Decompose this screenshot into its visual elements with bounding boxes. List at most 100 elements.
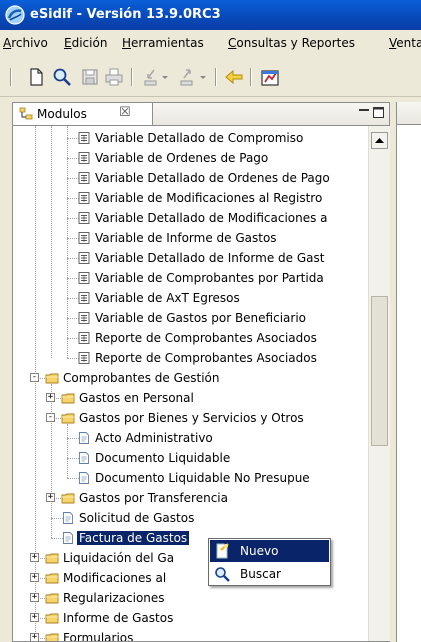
export-icon[interactable] [178,67,198,87]
tree-item-label: Variable Detallado de Modificaciones a [95,211,328,225]
tree-item[interactable]: Documento Liquidable [13,448,368,468]
expand-icon[interactable]: + [46,493,55,502]
tree-item[interactable]: Reporte de Comprobantes Asociados [13,328,368,348]
menu-herramientas-mnemonic: H [122,36,132,50]
tree-item[interactable]: Variable de Ordenes de Pago [13,148,368,168]
scroll-thumb[interactable] [371,296,388,446]
tree-item-label: Variable Detallado de Informe de Gast [95,251,325,265]
tree-item[interactable]: - Comprobantes de Gestión [13,368,368,388]
tree-item[interactable]: Variable de AxT Egresos [13,288,368,308]
document-icon [63,512,73,524]
chevron-down-icon[interactable] [198,67,208,87]
tree-item[interactable]: Variable de Informe de Gastos [13,228,368,248]
report-icon [78,292,90,304]
view-tab-bar: Modulos ☒ [13,103,389,126]
scroll-up-button[interactable] [371,132,388,149]
menu-archivo-mnemonic: A [3,36,12,50]
tree-item-label: Modificaciones al [63,571,167,585]
expand-icon[interactable]: + [30,633,39,641]
tree-item[interactable]: + Gastos en Personal [13,388,368,408]
tree-item[interactable]: + Regularizaciones [13,588,368,608]
folder-icon [45,373,59,384]
menu-archivo[interactable]: Archivo [3,36,48,50]
tree-item[interactable]: Variable Detallado de Compromiso [13,128,368,148]
print-icon[interactable] [104,67,124,87]
folder-icon [61,413,75,424]
tree-item-label: Documento Liquidable [95,451,231,465]
report-icon [78,172,90,184]
tree-item-label: Variable de AxT Egresos [95,291,240,305]
menu-ventana[interactable]: Venta [389,36,421,50]
tree-item[interactable]: Variable de Comprobantes por Partida [13,268,368,288]
new-file-icon[interactable] [26,67,46,87]
collapse-icon[interactable]: - [30,373,39,382]
tree-item[interactable]: Documento Liquidable No Presupue [13,468,368,488]
tree-item[interactable]: - Gastos por Bienes y Servicios y Otros [13,408,368,428]
esidif-app-icon [5,5,25,25]
tree-scrollbar[interactable] [368,126,390,641]
expand-icon[interactable]: + [30,613,39,622]
tab-close-icon[interactable]: ☒ [119,105,131,120]
tree-item-label: Variable de Gastos por Beneficiario [95,311,306,325]
tree-item-label: Variable Detallado de Ordenes de Pago [95,171,330,185]
folder-icon [45,633,59,641]
modulos-view: Modulos ☒ Variable Detallado de Compromi… [12,102,390,642]
menu-herramientas[interactable]: Herramientas [122,36,204,50]
minimize-view-icon[interactable] [359,106,369,116]
menu-archivo-label: rchivo [11,36,48,50]
expand-icon[interactable]: + [30,573,39,582]
document-icon [79,472,89,484]
tree-item-label: Variable de Comprobantes por Partida [95,271,324,285]
title-bar: eSidif - Versión 13.9.0RC3 [0,0,421,30]
tree-item[interactable]: + Gastos por Transferencia [13,488,368,508]
report-icon [78,232,90,244]
report-icon [78,352,90,364]
report-icon [78,152,90,164]
menu-edicion[interactable]: Edición [64,36,107,50]
tree-item[interactable]: Acto Administrativo [13,428,368,448]
tree-item[interactable]: Variable de Gastos por Beneficiario [13,308,368,328]
tree-item-label: Formularios [63,631,134,641]
expand-icon[interactable]: + [46,393,55,402]
tree-item-label: Reporte de Comprobantes Asociados [95,331,317,345]
editor-area [396,102,421,642]
toolbar-separator [131,68,132,86]
menu-edicion-mnemonic: E [64,36,72,50]
tree-item[interactable]: + Formularios [13,628,368,641]
tab-modulos[interactable]: Modulos ☒ [13,103,153,125]
tree-item[interactable]: Variable Detallado de Informe de Gast [13,248,368,268]
context-menu-buscar-label: Buscar [240,567,281,581]
search-icon [215,567,230,582]
tree-item[interactable]: Variable de Modificaciones al Registro [13,188,368,208]
go-back-icon[interactable] [224,67,244,87]
tree-item[interactable]: Reporte de Comprobantes Asociados [13,348,368,368]
tree-item[interactable]: + Informe de Gastos [13,608,368,628]
expand-icon[interactable]: + [30,553,39,562]
tree-item-label: Variable Detallado de Compromiso [95,131,304,145]
maximize-view-icon[interactable] [373,107,384,118]
save-icon[interactable] [80,67,100,87]
editor-tab-strip [397,102,421,125]
tree-item-label: Documento Liquidable No Presupue [95,471,310,485]
tree-item-label: Regularizaciones [63,591,165,605]
report-chart-icon[interactable] [260,67,280,87]
expand-icon[interactable]: + [30,593,39,602]
context-menu-nuevo[interactable]: Nuevo [210,540,329,562]
tree-item-label: Informe de Gastos [63,611,174,625]
context-menu-buscar[interactable]: Buscar [210,563,329,585]
tree-item-label: Acto Administrativo [95,431,213,445]
menu-consultas-reportes[interactable]: Consultas y Reportes [228,36,355,50]
report-icon [78,252,90,264]
tree-item[interactable]: Variable Detallado de Ordenes de Pago [13,168,368,188]
tree-item[interactable]: Variable Detallado de Modificaciones a [13,208,368,228]
chevron-down-icon[interactable] [160,67,170,87]
menu-edicion-label: dición [71,36,108,50]
search-icon[interactable] [52,67,72,87]
new-icon [216,543,229,559]
tree-item[interactable]: Solicitud de Gastos [13,508,368,528]
tree-item-label: Factura de Gastos [77,531,190,545]
import-icon[interactable] [142,67,162,87]
report-icon [78,272,90,284]
toolbar-grip [10,68,11,86]
collapse-icon[interactable]: - [46,413,55,422]
